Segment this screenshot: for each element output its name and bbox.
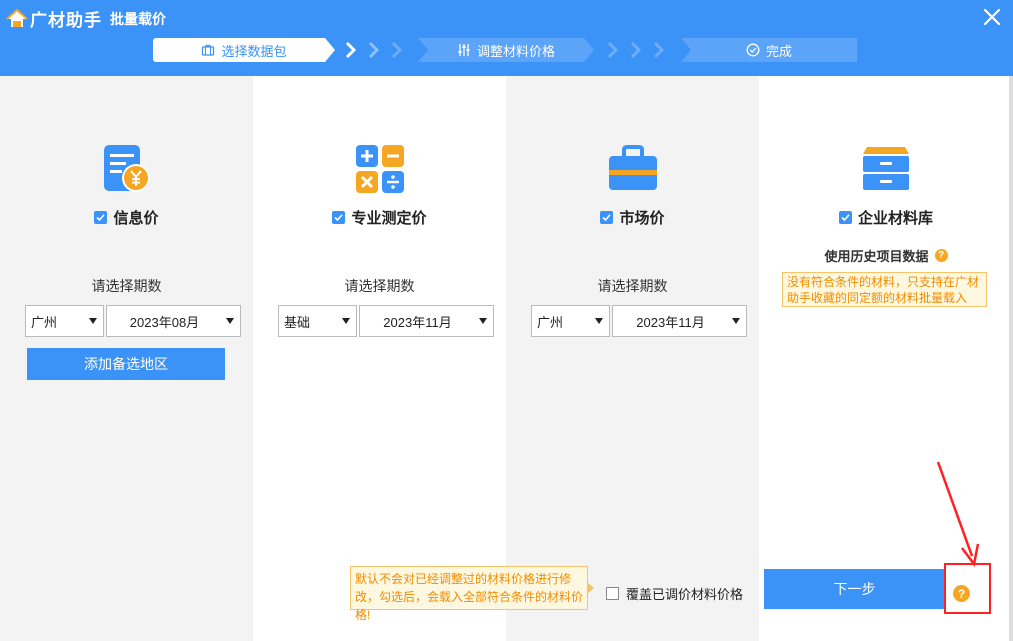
cabinet-icon bbox=[863, 147, 909, 190]
dropdown-arrow-icon bbox=[479, 318, 487, 324]
history-data-label: 使用历史项目数据 ? bbox=[759, 246, 1013, 265]
option-label: 专业测定价 bbox=[351, 210, 427, 227]
dropdown-arrow-icon bbox=[732, 318, 740, 324]
briefcase-icon bbox=[202, 44, 215, 56]
chevron-right-icon bbox=[607, 41, 619, 59]
period-select[interactable]: 2023年11月 bbox=[359, 305, 494, 337]
step-adjust-price: 调整材料价格 bbox=[418, 38, 594, 62]
check-circle-icon bbox=[746, 43, 760, 57]
region-select[interactable]: 广州 bbox=[531, 305, 610, 337]
check-icon bbox=[841, 214, 850, 222]
checkbox-checked[interactable] bbox=[332, 211, 346, 224]
select-value: 2023年08月 bbox=[129, 314, 200, 330]
overwrite-tooltip: 默认不会对已经调整过的材料价格进行修改，勾选后，会载入全部符合条件的材料价格! bbox=[350, 566, 594, 622]
calculator-icon bbox=[355, 145, 404, 193]
sliders-icon bbox=[458, 44, 470, 56]
toolbox-icon bbox=[608, 145, 657, 190]
history-text: 使用历史项目数据 bbox=[824, 249, 929, 264]
chevron-right-icon bbox=[368, 41, 380, 59]
chevron-right-icon bbox=[345, 41, 357, 59]
window-title: 批量载价 bbox=[110, 10, 166, 27]
checkbox-checked[interactable] bbox=[600, 211, 614, 224]
check-icon bbox=[602, 214, 612, 222]
step-label: 完成 bbox=[765, 43, 792, 59]
brand-name: 广材助手 bbox=[30, 11, 102, 30]
dropdown-arrow-icon bbox=[226, 318, 234, 324]
dropdown-arrow-icon bbox=[89, 318, 97, 324]
help-icon[interactable]: ? bbox=[934, 249, 948, 262]
enterprise-library-option[interactable]: 企业材料库 bbox=[759, 207, 1013, 228]
step-select-package: 选择数据包 bbox=[153, 38, 335, 62]
period-label: 请选择期数 bbox=[91, 278, 162, 294]
step-label: 选择数据包 bbox=[221, 43, 287, 59]
type-select[interactable]: 基础 bbox=[278, 305, 357, 337]
option-label: 信息价 bbox=[113, 210, 159, 227]
no-material-notice: 没有符合条件的材料，只支持在广材助手收藏的同定额的材料批量载入 bbox=[782, 272, 987, 307]
chevron-right-icon bbox=[653, 41, 665, 59]
brand-logo-icon bbox=[6, 8, 28, 27]
overwrite-label: 覆盖已调价材料价格 bbox=[626, 587, 744, 602]
add-region-button[interactable]: 添加备选地区 bbox=[27, 348, 225, 380]
dropdown-arrow-icon bbox=[595, 318, 603, 324]
market-price-option[interactable]: 市场价 bbox=[506, 207, 759, 228]
checkbox-checked[interactable] bbox=[94, 211, 108, 224]
scrollbar-track bbox=[1009, 76, 1013, 641]
professional-price-panel: 专业测定价 请选择期数 基础 2023年11月 bbox=[253, 76, 506, 641]
market-price-panel: 市场价 请选择期数 广州 2023年11月 bbox=[506, 76, 759, 641]
help-icon[interactable]: ? bbox=[953, 585, 970, 602]
select-value: 2023年11月 bbox=[636, 314, 705, 330]
period-select[interactable]: 2023年11月 bbox=[612, 305, 747, 337]
select-value: 2023年11月 bbox=[383, 314, 452, 330]
overwrite-option[interactable]: 覆盖已调价材料价格 bbox=[606, 584, 743, 603]
invoice-yen-icon bbox=[103, 145, 150, 192]
select-value: 广州 bbox=[537, 314, 564, 330]
step-complete: 完成 bbox=[681, 38, 857, 62]
region-select[interactable]: 广州 bbox=[25, 305, 104, 337]
info-price-option[interactable]: 信息价 bbox=[0, 207, 253, 228]
chevron-right-icon bbox=[630, 41, 642, 59]
dropdown-arrow-icon bbox=[342, 318, 350, 324]
select-value: 广州 bbox=[31, 314, 58, 330]
period-label: 请选择期数 bbox=[344, 278, 415, 294]
brand: 广材助手 批量载价 bbox=[6, 6, 166, 31]
title-bar: 广材助手 批量载价 选择数据包 调整材料价格 完成 bbox=[0, 0, 1013, 76]
info-price-panel: 信息价 请选择期数 广州 2023年08月 添加备选地区 bbox=[0, 76, 253, 641]
check-icon bbox=[334, 214, 344, 222]
next-button[interactable]: 下一步 bbox=[764, 569, 945, 609]
close-icon[interactable] bbox=[981, 6, 1003, 28]
option-label: 企业材料库 bbox=[857, 210, 933, 227]
period-label: 请选择期数 bbox=[597, 278, 668, 294]
annotation-arrow-icon bbox=[936, 461, 980, 567]
check-icon bbox=[96, 214, 106, 222]
step-label: 调整材料价格 bbox=[476, 43, 555, 59]
checkbox-checked[interactable] bbox=[838, 211, 852, 224]
professional-price-option[interactable]: 专业测定价 bbox=[253, 207, 506, 228]
step-progress: 选择数据包 调整材料价格 完成 bbox=[0, 38, 1013, 62]
checkbox-unchecked[interactable] bbox=[606, 587, 619, 600]
period-select[interactable]: 2023年08月 bbox=[106, 305, 241, 337]
chevron-right-icon bbox=[391, 41, 403, 59]
option-label: 市场价 bbox=[619, 210, 665, 227]
select-value: 基础 bbox=[284, 314, 311, 330]
